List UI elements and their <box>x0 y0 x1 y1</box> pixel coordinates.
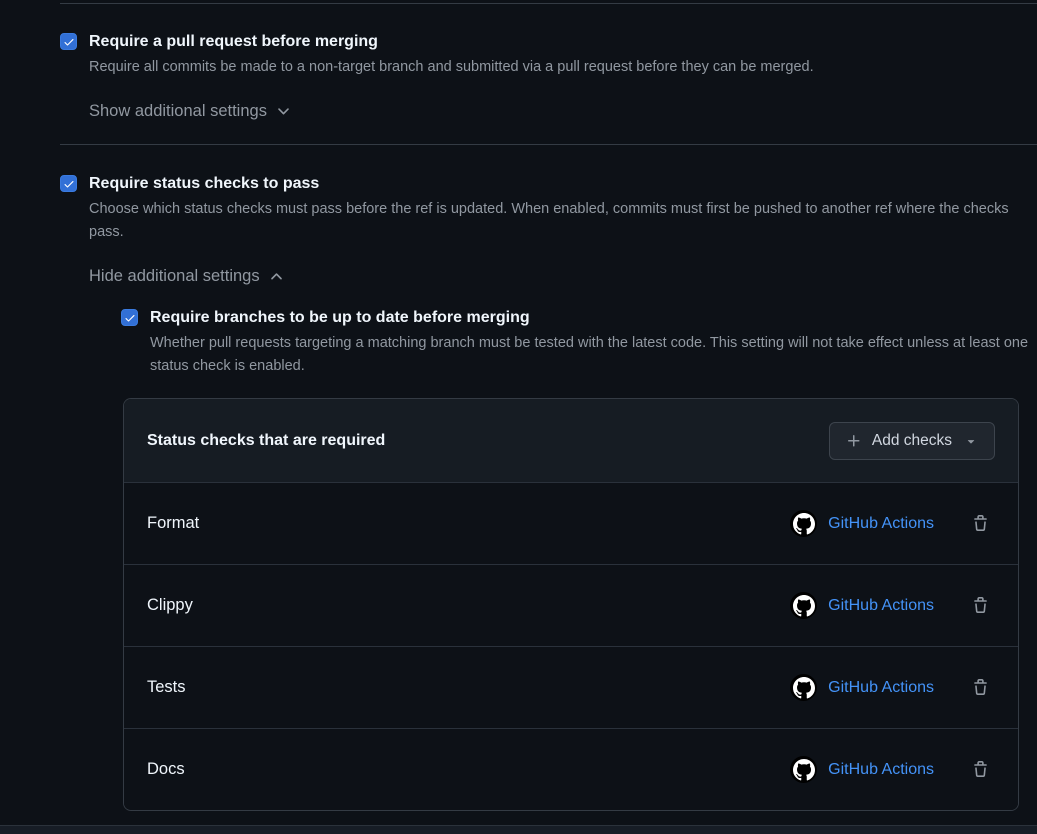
rule-description-status-checks: Choose which status checks must pass bef… <box>89 198 1034 244</box>
github-logo-icon <box>793 759 815 781</box>
show-additional-settings-button[interactable]: Show additional settings <box>89 99 292 123</box>
check-icon <box>124 312 136 324</box>
status-check-row-clippy: Clippy GitHub Actions <box>124 564 1018 646</box>
github-actions-avatar <box>790 592 817 619</box>
triangle-down-icon <box>964 434 978 448</box>
github-logo-icon <box>793 513 815 535</box>
require-pull-request-checkbox[interactable] <box>60 33 77 50</box>
github-actions-avatar <box>790 674 817 701</box>
remove-check-button[interactable] <box>972 761 989 778</box>
add-checks-label: Add checks <box>872 432 952 450</box>
status-check-source: GitHub Actions <box>790 592 934 619</box>
status-check-name: Format <box>147 514 790 533</box>
rule-description-pull-request: Require all commits be made to a non-tar… <box>89 56 1034 79</box>
status-check-source: GitHub Actions <box>790 756 934 783</box>
toggle-label: Show additional settings <box>89 99 267 123</box>
status-checks-panel: Status checks that are required Add chec… <box>123 398 1019 811</box>
status-check-source: GitHub Actions <box>790 510 934 537</box>
status-check-row-tests: Tests GitHub Actions <box>124 646 1018 728</box>
sub-setting-title: Require branches to be up to date before… <box>150 306 1037 330</box>
github-actions-avatar <box>790 510 817 537</box>
github-logo-icon <box>793 677 815 699</box>
hide-additional-settings-button[interactable]: Hide additional settings <box>89 264 285 288</box>
rule-title-status-checks: Require status checks to pass <box>89 172 1037 196</box>
github-actions-link[interactable]: GitHub Actions <box>828 597 934 615</box>
github-actions-link[interactable]: GitHub Actions <box>828 761 934 779</box>
remove-check-button[interactable] <box>972 515 989 532</box>
sub-setting-description: Whether pull requests targeting a matchi… <box>150 332 1037 378</box>
chevron-up-icon <box>268 268 285 285</box>
chevron-down-icon <box>275 103 292 120</box>
github-logo-icon <box>793 595 815 617</box>
toggle-label: Hide additional settings <box>89 264 260 288</box>
trash-icon <box>972 597 989 614</box>
status-check-row-format: Format GitHub Actions <box>124 482 1018 564</box>
branch-rules-settings: Require a pull request before merging Re… <box>60 3 1037 811</box>
remove-check-button[interactable] <box>972 679 989 696</box>
status-check-row-docs: Docs GitHub Actions <box>124 728 1018 810</box>
plus-icon <box>846 433 862 449</box>
remove-check-button[interactable] <box>972 597 989 614</box>
trash-icon <box>972 679 989 696</box>
status-checks-panel-title: Status checks that are required <box>147 432 385 450</box>
github-actions-avatar <box>790 756 817 783</box>
github-actions-link[interactable]: GitHub Actions <box>828 515 934 533</box>
add-checks-button[interactable]: Add checks <box>829 422 995 460</box>
check-icon <box>63 178 75 190</box>
rule-title-pull-request: Require a pull request before merging <box>89 30 1037 54</box>
require-status-checks-checkbox[interactable] <box>60 175 77 192</box>
next-section-edge <box>0 825 1037 834</box>
sub-setting-up-to-date: Require branches to be up to date before… <box>121 306 1037 378</box>
rule-section-pull-request: Require a pull request before merging Re… <box>60 3 1037 144</box>
trash-icon <box>972 761 989 778</box>
trash-icon <box>972 515 989 532</box>
github-actions-link[interactable]: GitHub Actions <box>828 679 934 697</box>
status-check-name: Docs <box>147 760 790 779</box>
require-up-to-date-checkbox[interactable] <box>121 309 138 326</box>
status-check-source: GitHub Actions <box>790 674 934 701</box>
status-check-name: Tests <box>147 678 790 697</box>
status-check-name: Clippy <box>147 596 790 615</box>
rule-section-status-checks: Require status checks to pass Choose whi… <box>60 144 1037 811</box>
status-checks-panel-header: Status checks that are required Add chec… <box>124 399 1018 482</box>
check-icon <box>63 36 75 48</box>
